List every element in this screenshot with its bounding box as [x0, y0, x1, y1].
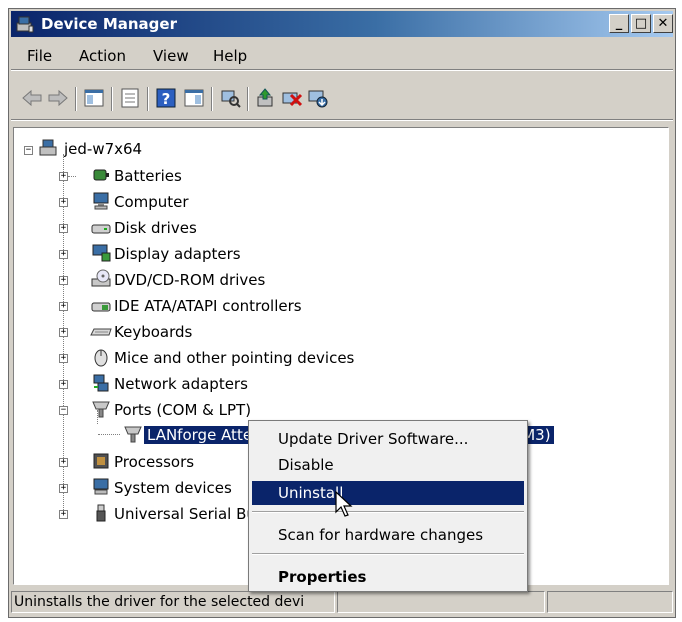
- status-pane-2: [337, 591, 545, 613]
- mouse-cursor-icon: [335, 490, 353, 517]
- expand-toggle[interactable]: +: [59, 224, 68, 233]
- show-hide-console-tree-icon[interactable]: [83, 87, 105, 109]
- enable-device-icon[interactable]: [307, 87, 329, 109]
- toolbar-separator: [247, 87, 249, 111]
- toolbar: ?: [11, 75, 673, 115]
- tree-item-ports[interactable]: Ports (COM & LPT): [114, 399, 251, 421]
- menu-file[interactable]: File: [27, 47, 52, 65]
- root-collapse-toggle[interactable]: −: [24, 146, 33, 155]
- svg-text:?: ?: [162, 90, 171, 108]
- computer-root-icon: [39, 139, 57, 156]
- tree-item-batteries[interactable]: Batteries: [114, 165, 182, 187]
- status-pane-3: [547, 591, 673, 613]
- tree-item-network-adapters[interactable]: Network adapters: [114, 373, 248, 395]
- context-menu: Update Driver Software... Disable Uninst…: [248, 420, 528, 592]
- help-icon[interactable]: ?: [155, 87, 177, 109]
- tree-item-computer[interactable]: Computer: [114, 191, 189, 213]
- menu-item-scan-hardware[interactable]: Scan for hardware changes: [252, 523, 524, 547]
- toolbar-separator: [111, 87, 113, 111]
- show-action-pane-icon[interactable]: [183, 87, 205, 109]
- ports-collapse-toggle[interactable]: −: [59, 406, 68, 415]
- properties-icon[interactable]: [119, 87, 141, 109]
- menu-help[interactable]: Help: [213, 47, 247, 65]
- expand-toggle[interactable]: +: [59, 328, 68, 337]
- expand-toggle[interactable]: +: [59, 510, 68, 519]
- display-adapter-icon: [92, 244, 111, 262]
- back-arrow-icon[interactable]: [21, 87, 43, 109]
- minimize-button[interactable]: _: [609, 14, 629, 33]
- usb-icon: [96, 504, 106, 522]
- dvd-drive-icon: [91, 269, 111, 287]
- menu-toolbar-divider: [11, 69, 673, 71]
- tree-root-label[interactable]: jed-w7x64: [64, 138, 142, 160]
- scan-hardware-icon[interactable]: [219, 87, 241, 109]
- network-adapter-icon: [93, 374, 109, 392]
- menu-separator: [252, 553, 524, 555]
- mouse-icon: [94, 349, 108, 367]
- toolbar-separator: [75, 87, 77, 111]
- battery-icon: [93, 169, 109, 181]
- expand-toggle[interactable]: +: [59, 380, 68, 389]
- tree-item-usb[interactable]: Universal Serial Bu: [114, 503, 256, 525]
- menu-separator: [252, 511, 524, 513]
- tree-item-mice[interactable]: Mice and other pointing devices: [114, 347, 354, 369]
- menu-item-uninstall[interactable]: Uninstall: [252, 481, 524, 505]
- update-driver-icon[interactable]: [255, 87, 277, 109]
- title-bar[interactable]: Device Manager _ □ ✕: [11, 11, 673, 37]
- tree-item-ide-ata-atapi-controllers[interactable]: IDE ATA/ATAPI controllers: [114, 295, 302, 317]
- menu-action[interactable]: Action: [79, 47, 126, 65]
- menu-view[interactable]: View: [153, 47, 189, 65]
- status-text: Uninstalls the driver for the selected d…: [11, 591, 335, 613]
- tree-item-system-devices[interactable]: System devices: [114, 477, 232, 499]
- expand-toggle[interactable]: +: [59, 484, 68, 493]
- toolbar-content-divider: [11, 119, 673, 121]
- tree-line: [68, 176, 76, 177]
- port-icon: [124, 426, 142, 443]
- uninstall-icon[interactable]: [281, 87, 303, 109]
- window-title: Device Manager: [41, 15, 177, 33]
- toolbar-separator: [211, 87, 213, 111]
- expand-toggle[interactable]: +: [59, 198, 68, 207]
- tree-item-processors[interactable]: Processors: [114, 451, 194, 473]
- port-icon: [92, 401, 110, 418]
- device-manager-icon: [16, 16, 34, 33]
- maximize-button[interactable]: □: [631, 14, 651, 33]
- menu-item-disable[interactable]: Disable: [252, 453, 524, 477]
- close-button[interactable]: ✕: [653, 14, 673, 33]
- tree-line: [98, 434, 120, 435]
- expand-toggle[interactable]: +: [59, 458, 68, 467]
- forward-arrow-icon[interactable]: [47, 87, 69, 109]
- menu-item-properties[interactable]: Properties: [252, 565, 524, 589]
- menu-item-update-driver[interactable]: Update Driver Software...: [252, 427, 524, 451]
- keyboard-icon: [90, 328, 112, 336]
- menu-bar: File Action View Help: [11, 41, 673, 69]
- expand-toggle[interactable]: +: [59, 302, 68, 311]
- tree-item-display-adapters[interactable]: Display adapters: [114, 243, 241, 265]
- ide-controller-icon: [91, 302, 111, 312]
- expand-toggle[interactable]: +: [59, 354, 68, 363]
- system-devices-icon: [93, 478, 109, 495]
- computer-icon: [93, 192, 109, 210]
- disk-drive-icon: [91, 224, 111, 234]
- toolbar-separator: [147, 87, 149, 111]
- processor-icon: [93, 453, 109, 469]
- expand-toggle[interactable]: +: [59, 172, 68, 181]
- tree-item-keyboards[interactable]: Keyboards: [114, 321, 192, 343]
- expand-toggle[interactable]: +: [59, 276, 68, 285]
- tree-item-dvd-cd-rom-drives[interactable]: DVD/CD-ROM drives: [114, 269, 265, 291]
- tree-item-disk-drives[interactable]: Disk drives: [114, 217, 197, 239]
- expand-toggle[interactable]: +: [59, 250, 68, 259]
